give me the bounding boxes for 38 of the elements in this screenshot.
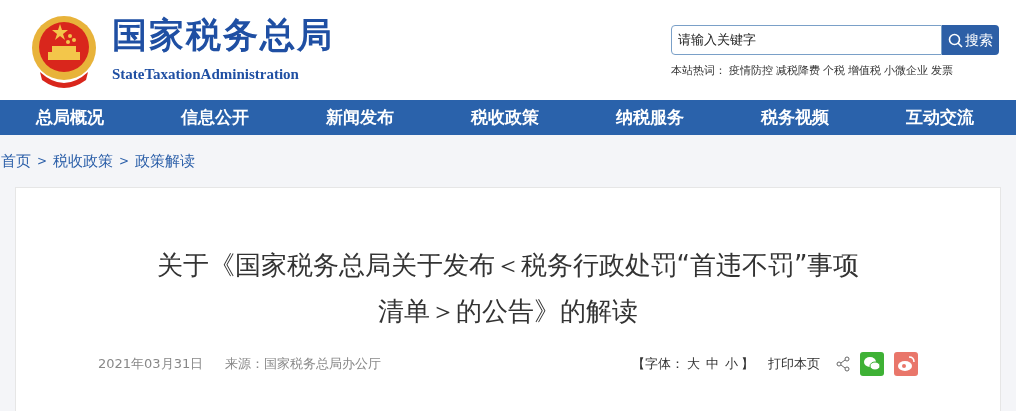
font-size-label: 【字体： [632,355,684,374]
hot-words-label: 本站热词： [671,63,726,79]
hot-word-link[interactable]: 小微企业 [884,63,928,80]
nav-item[interactable]: 税收政策 [435,100,581,135]
font-size-link[interactable]: 中 [706,354,719,374]
font-size-link[interactable]: 大 [687,354,700,374]
article-title: 清单＞的公告》的解读 [378,295,638,328]
article-title: 关于《国家税务总局关于发布＜税务行政处罚“首违不罚”事项 [156,249,860,282]
breadcrumb-link[interactable]: 政策解读 [135,149,196,173]
hot-word-link[interactable]: 减税降费 [776,63,820,80]
microblog-share-icon[interactable] [894,352,918,376]
nav-item[interactable]: 信息公开 [145,100,291,135]
nav-item[interactable]: 互动交流 [870,100,1016,135]
breadcrumb-separator: > [37,153,48,170]
nav-item[interactable]: 新闻发布 [290,100,436,135]
font-size-link[interactable]: 小 [725,354,738,374]
article-source: 来源：国家税务总局办公厅 [225,355,382,374]
breadcrumb-link[interactable]: 首页 [1,149,31,173]
chat-share-icon[interactable] [860,352,884,376]
search-icon [948,32,963,48]
share-icon[interactable] [836,356,850,372]
hot-word-link[interactable]: 增值税 [848,63,881,80]
breadcrumb-link[interactable]: 税收政策 [53,149,114,173]
hot-word-link[interactable]: 疫情防控 [729,63,773,80]
hot-word-link[interactable]: 发票 [931,63,953,80]
print-link[interactable]: 打印本页 [768,354,820,374]
site-subtitle: StateTaxationAdministration [112,65,300,85]
font-size-bracket: 】 [741,355,754,374]
nav-item[interactable]: 纳税服务 [580,100,726,135]
nav-item[interactable]: 税务视频 [725,100,871,135]
search-button[interactable]: 搜索 [942,25,999,55]
site-title: 国家税务总局 [112,18,334,54]
breadcrumb-separator: > [119,153,130,170]
hot-word-link[interactable]: 个税 [823,63,845,80]
publish-date: 2021年03月31日 [98,355,204,374]
emblem-icon [30,14,98,90]
nav-item[interactable]: 总局概况 [0,100,146,135]
search-field[interactable]: 请输入关键字 [671,25,942,55]
